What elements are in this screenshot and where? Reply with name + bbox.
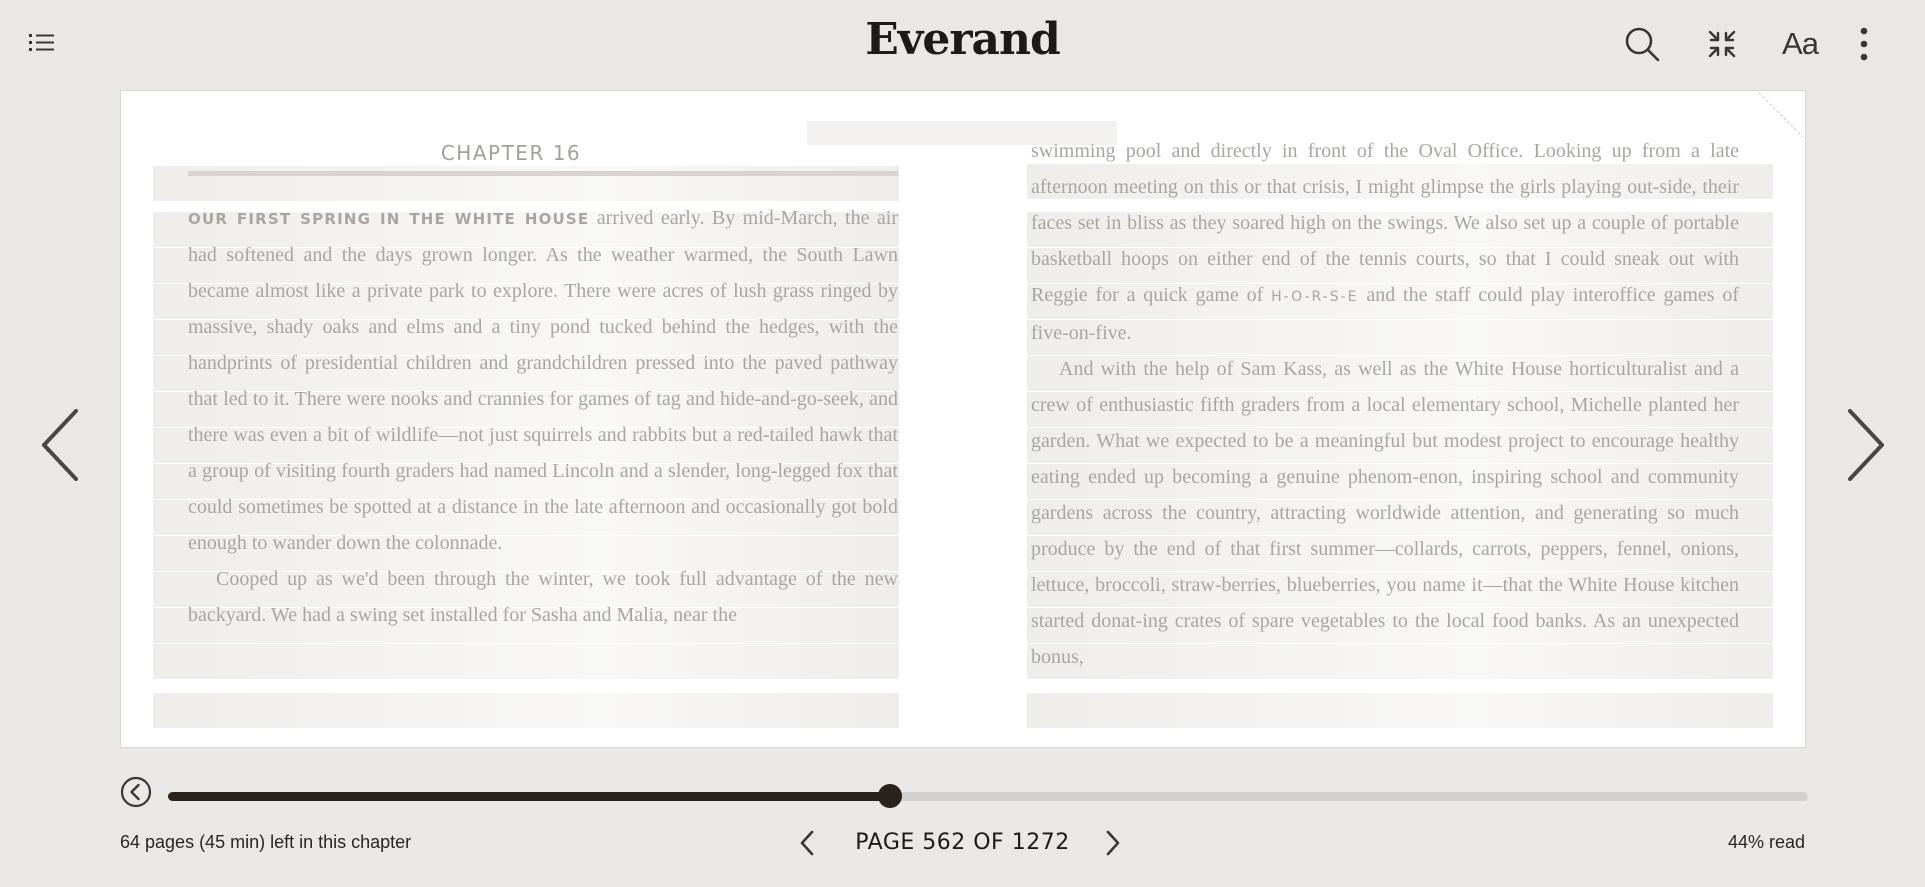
right-paragraph-2: And with the help of Sam Kass, as well a… [1031, 358, 1739, 668]
chapter-heading: CHAPTER 16 [440, 141, 582, 165]
horse-smallcaps: H-O-R-S-E [1271, 289, 1359, 305]
chevron-right-icon [1848, 409, 1884, 481]
right-paragraph-1: swimming pool and directly in front of t… [1031, 133, 1739, 351]
left-paragraph-2: Cooped up as we'd been through the winte… [188, 568, 898, 626]
left-page-text: OUR FIRST SPRING IN THE WHITE HOUSE arri… [188, 200, 898, 633]
progress-track[interactable] [168, 784, 1808, 808]
progress-handle[interactable] [877, 784, 902, 808]
progress-fill [168, 792, 890, 801]
chevron-left-icon [42, 409, 78, 481]
chevron-left-small-icon [800, 830, 814, 856]
book-page-spread[interactable]: CHAPTER 16 OUR FIRST SPRING IN THE WHITE… [120, 90, 1806, 748]
chapter-rule [188, 171, 898, 176]
lead-smallcaps: OUR FIRST SPRING IN THE WHITE HOUSE [188, 210, 590, 228]
fullscreen-icon[interactable] [1704, 26, 1740, 62]
next-page-button[interactable] [1096, 826, 1130, 860]
page-navigator: PAGE 562 OF 1272 [790, 822, 1135, 864]
right-page-text: swimming pool and directly in front of t… [1031, 133, 1739, 675]
page-corner-fold[interactable] [1757, 91, 1805, 139]
previous-page-arrow[interactable] [30, 400, 90, 490]
font-settings-button[interactable]: Aa [1778, 24, 1822, 64]
next-page-arrow[interactable] [1836, 400, 1896, 490]
page-indicator: PAGE 562 OF 1272 [855, 830, 1070, 855]
reading-progress [120, 774, 1808, 814]
search-icon[interactable] [1622, 24, 1662, 64]
more-vertical-icon[interactable] [1854, 24, 1874, 64]
left-paragraph-1: OUR FIRST SPRING IN THE WHITE HOUSE arri… [188, 200, 898, 561]
right-paragraph-1-a: swimming pool and directly in front of t… [1031, 140, 1739, 306]
chevron-right-small-icon [1106, 830, 1120, 856]
percent-read: 44% read [1727, 832, 1805, 852]
circle-back-icon[interactable] [120, 776, 152, 808]
left-paragraph-1-text: arrived early. By mid-March, the air had… [188, 207, 898, 554]
chapter-remaining: 64 pages (45 min) left in this chapter [120, 832, 412, 852]
top-bar: Everand Aa [0, 0, 1925, 88]
prev-page-button[interactable] [790, 826, 824, 860]
